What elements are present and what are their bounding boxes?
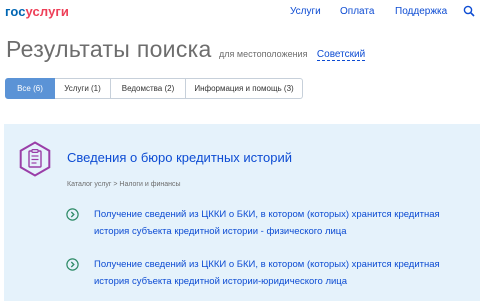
tab-all[interactable]: Все (6) — [5, 78, 55, 99]
result-item-link[interactable]: Получение сведений из ЦККИ о БКИ, в кото… — [94, 206, 474, 240]
location-label: для местоположения — [219, 49, 308, 59]
nav-support[interactable]: Поддержка — [395, 6, 447, 17]
search-icon[interactable] — [463, 5, 475, 17]
location-selector-link[interactable]: Советский — [316, 49, 366, 61]
tab-services[interactable]: Услуги (1) — [55, 78, 111, 99]
logo-part-uslugi: услуги — [25, 4, 70, 19]
document-list-icon — [19, 141, 51, 177]
gosuslugi-logo[interactable]: госуслуги — [5, 4, 69, 19]
top-header: госуслуги Услуги Оплата Поддержка — [0, 0, 480, 24]
tab-departments[interactable]: Ведомства (2) — [111, 78, 186, 99]
breadcrumb[interactable]: Каталог услуг > Налоги и финансы — [67, 181, 181, 188]
chevron-right-icon — [66, 208, 79, 221]
logo-part-gos: гос — [5, 4, 26, 19]
result-item-link[interactable]: Получение сведений из ЦККИ о БКИ, в кото… — [94, 256, 474, 290]
results-filter-tabs: Все (6) Услуги (1) Ведомства (2) Информа… — [5, 78, 303, 99]
chevron-right-icon — [66, 258, 79, 271]
tab-info-help[interactable]: Информация и помощь (3) — [186, 78, 303, 99]
search-results-header: Результаты поиска для местоположения Сов… — [6, 36, 366, 66]
nav-payment[interactable]: Оплата — [340, 6, 374, 17]
nav-services[interactable]: Услуги — [290, 6, 321, 17]
result-title-link[interactable]: Сведения о бюро кредитных историй — [67, 150, 292, 165]
page-title: Результаты поиска — [6, 36, 212, 62]
result-card: Сведения о бюро кредитных историй Катало… — [4, 124, 480, 301]
